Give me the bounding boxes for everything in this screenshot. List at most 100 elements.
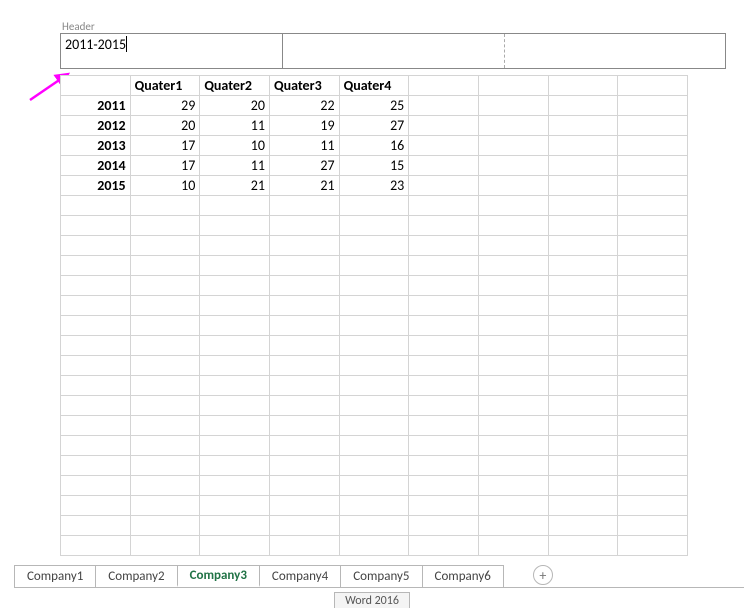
cell[interactable]: [130, 196, 200, 216]
cell[interactable]: [409, 416, 479, 436]
cell[interactable]: [339, 236, 409, 256]
cell[interactable]: [548, 316, 618, 336]
cell[interactable]: [478, 96, 548, 116]
cell[interactable]: [130, 296, 200, 316]
cell[interactable]: [478, 336, 548, 356]
cell[interactable]: [618, 436, 688, 456]
cell[interactable]: [618, 396, 688, 416]
cell[interactable]: [548, 516, 618, 536]
cell[interactable]: [61, 516, 131, 536]
data-cell[interactable]: 25: [339, 96, 409, 116]
cell[interactable]: [339, 376, 409, 396]
cell[interactable]: [409, 76, 479, 96]
cell[interactable]: [339, 456, 409, 476]
cell[interactable]: [200, 356, 270, 376]
sheet-tab-company1[interactable]: Company1: [14, 565, 96, 587]
cell[interactable]: [339, 496, 409, 516]
cell[interactable]: [548, 256, 618, 276]
cell[interactable]: [478, 176, 548, 196]
cell[interactable]: [478, 536, 548, 556]
cell[interactable]: [339, 316, 409, 336]
cell[interactable]: [478, 216, 548, 236]
cell[interactable]: [409, 436, 479, 456]
row-header-year[interactable]: 2011: [61, 96, 131, 116]
column-header[interactable]: Quater4: [339, 76, 409, 96]
cell[interactable]: [478, 236, 548, 256]
cell[interactable]: [269, 396, 339, 416]
data-cell[interactable]: 19: [269, 116, 339, 136]
cell[interactable]: [130, 536, 200, 556]
cell[interactable]: [478, 476, 548, 496]
cell[interactable]: [61, 496, 131, 516]
cell[interactable]: [200, 336, 270, 356]
cell[interactable]: [409, 376, 479, 396]
row-header-year[interactable]: 2013: [61, 136, 131, 156]
cell[interactable]: [478, 356, 548, 376]
cell[interactable]: [130, 476, 200, 496]
cell[interactable]: [548, 396, 618, 416]
cell[interactable]: [409, 256, 479, 276]
cell[interactable]: [61, 356, 131, 376]
cell[interactable]: [61, 76, 131, 96]
cell[interactable]: [339, 436, 409, 456]
cell[interactable]: [409, 456, 479, 476]
header-center-input[interactable]: [283, 34, 505, 68]
cell[interactable]: [618, 196, 688, 216]
cell[interactable]: [130, 356, 200, 376]
cell[interactable]: [548, 196, 618, 216]
cell[interactable]: [409, 276, 479, 296]
cell[interactable]: [200, 236, 270, 256]
cell[interactable]: [339, 536, 409, 556]
cell[interactable]: [130, 436, 200, 456]
cell[interactable]: [409, 476, 479, 496]
cell[interactable]: [409, 296, 479, 316]
cell[interactable]: [130, 416, 200, 436]
cell[interactable]: [548, 296, 618, 316]
cell[interactable]: [548, 276, 618, 296]
cell[interactable]: [61, 236, 131, 256]
cell[interactable]: [409, 176, 479, 196]
cell[interactable]: [478, 76, 548, 96]
cell[interactable]: [618, 76, 688, 96]
cell[interactable]: [478, 456, 548, 476]
cell[interactable]: [548, 376, 618, 396]
cell[interactable]: [269, 196, 339, 216]
cell[interactable]: [200, 216, 270, 236]
cell[interactable]: [478, 496, 548, 516]
cell[interactable]: [618, 276, 688, 296]
cell[interactable]: [61, 476, 131, 496]
cell[interactable]: [478, 276, 548, 296]
cell[interactable]: [409, 356, 479, 376]
cell[interactable]: [61, 196, 131, 216]
cell[interactable]: [200, 296, 270, 316]
cell[interactable]: [200, 436, 270, 456]
cell[interactable]: [409, 216, 479, 236]
cell[interactable]: [200, 476, 270, 496]
data-cell[interactable]: 20: [130, 116, 200, 136]
cell[interactable]: [61, 396, 131, 416]
cell[interactable]: [61, 256, 131, 276]
cell[interactable]: [618, 496, 688, 516]
cell[interactable]: [339, 256, 409, 276]
data-cell[interactable]: 16: [339, 136, 409, 156]
cell[interactable]: [269, 336, 339, 356]
header-right-input[interactable]: [505, 34, 726, 68]
column-header[interactable]: Quater3: [269, 76, 339, 96]
cell[interactable]: [200, 316, 270, 336]
cell[interactable]: [130, 376, 200, 396]
cell[interactable]: [618, 176, 688, 196]
cell[interactable]: [339, 356, 409, 376]
cell[interactable]: [130, 456, 200, 476]
cell[interactable]: [200, 376, 270, 396]
cell[interactable]: [548, 136, 618, 156]
cell[interactable]: [269, 276, 339, 296]
cell[interactable]: [409, 236, 479, 256]
cell[interactable]: [61, 296, 131, 316]
cell[interactable]: [478, 196, 548, 216]
cell[interactable]: [61, 376, 131, 396]
data-cell[interactable]: 15: [339, 156, 409, 176]
cell[interactable]: [548, 116, 618, 136]
cell[interactable]: [409, 116, 479, 136]
cell[interactable]: [269, 536, 339, 556]
cell[interactable]: [269, 436, 339, 456]
